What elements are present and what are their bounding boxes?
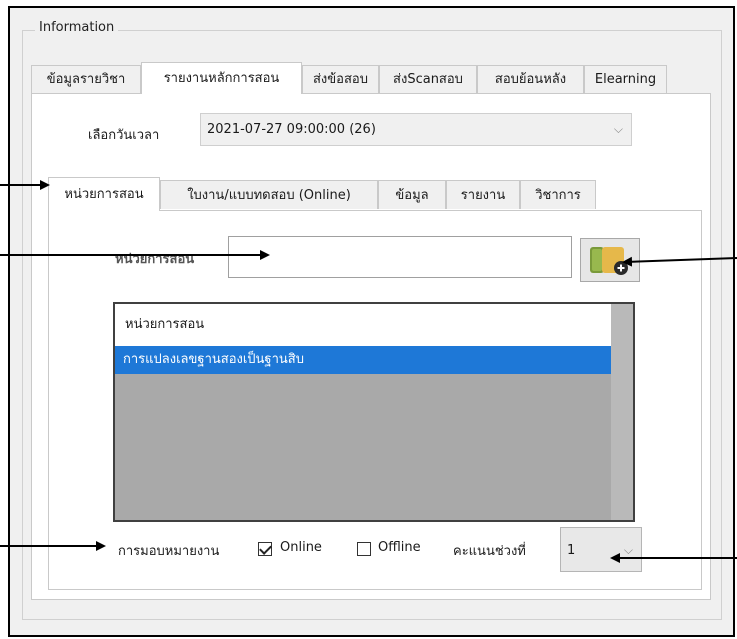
annotation-arrows: [0, 180, 737, 563]
arrow-add-button: [622, 256, 737, 267]
